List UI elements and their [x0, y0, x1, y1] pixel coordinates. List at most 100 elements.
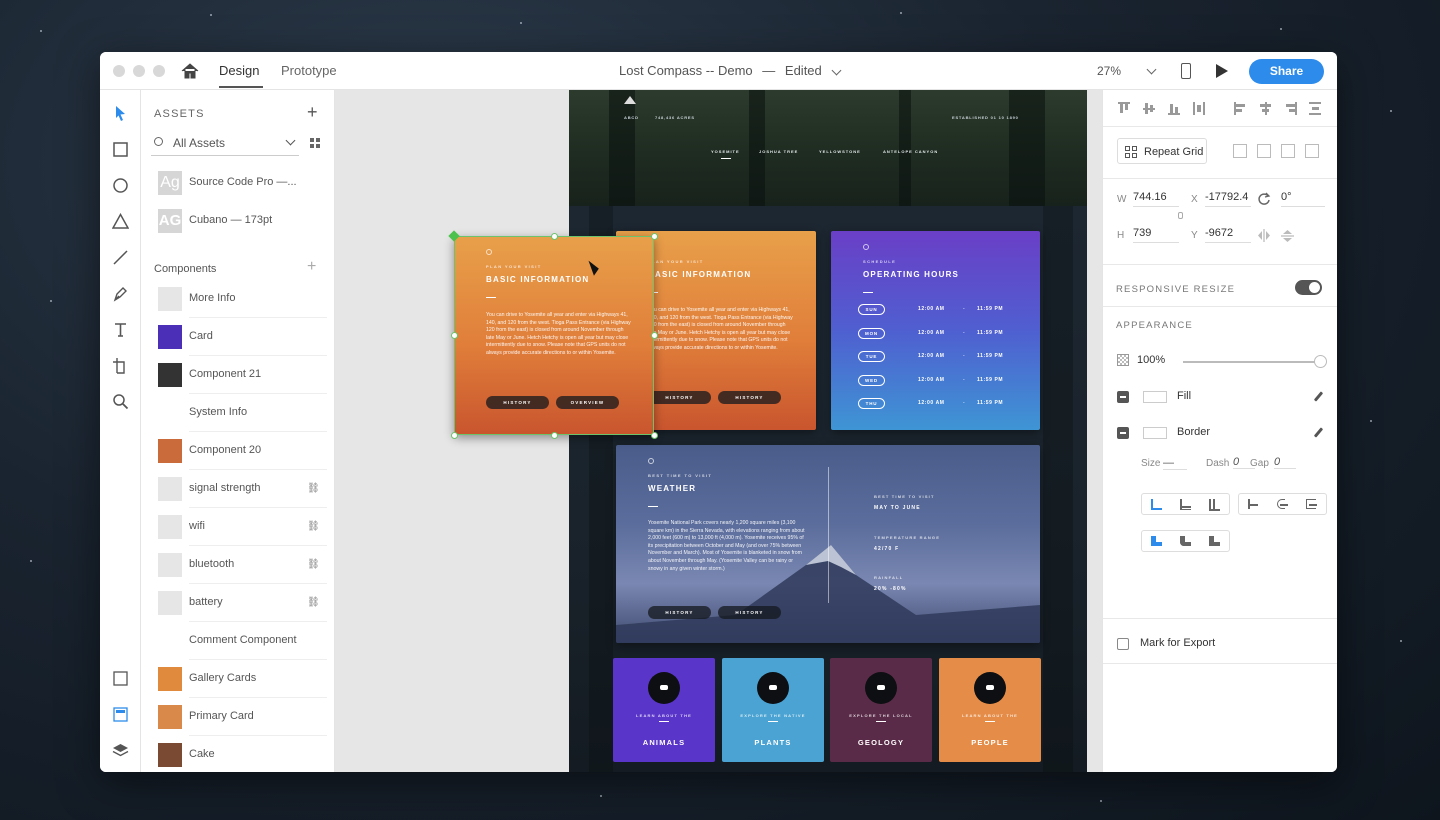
cap-square-icon[interactable] [1297, 494, 1326, 514]
flip-horizontal-icon[interactable] [1257, 229, 1271, 242]
opacity-value[interactable]: 100% [1137, 354, 1165, 366]
fill-color-swatch[interactable] [1143, 391, 1167, 403]
category-tile[interactable]: EXPLORE THE LOCAL GEOLOGY [830, 658, 932, 762]
category-tile[interactable]: EXPLORE THE NATIVE PLANTS [722, 658, 824, 762]
operating-hours-card[interactable]: SCHEDULE OPERATING HOURS SUN 12:00 AM - 11:… [831, 231, 1040, 430]
category-tile[interactable]: LEARN ABOUT THE ANIMALS [613, 658, 715, 762]
join-bevel-icon[interactable] [1200, 531, 1229, 551]
rectangle-tool-icon[interactable] [112, 141, 129, 158]
join-round-icon[interactable] [1171, 531, 1200, 551]
distribute-horizontal-icon[interactable] [1193, 102, 1205, 115]
component-item[interactable]: Gallery Cards [141, 660, 334, 698]
chevron-down-icon[interactable] [831, 65, 842, 76]
history-button[interactable]: HISTORY [718, 606, 781, 619]
responsive-resize-toggle[interactable] [1295, 280, 1322, 295]
assets-filter-dropdown[interactable]: All Assets [151, 132, 299, 156]
zoom-tool-icon[interactable] [112, 393, 129, 410]
repeat-grid-button[interactable]: Repeat Grid [1117, 138, 1207, 164]
close-window-button[interactable] [113, 65, 125, 77]
rotation-field[interactable]: 0° [1281, 191, 1325, 207]
component-item[interactable]: wifi ⛓ [141, 508, 334, 546]
opacity-slider-thumb[interactable] [1314, 355, 1327, 368]
border-gap-field[interactable]: 0 [1274, 456, 1296, 469]
hero-nav-item[interactable]: ANTELOPE CANYON [883, 149, 938, 154]
grid-view-icon[interactable] [310, 138, 321, 149]
resize-handle[interactable] [551, 233, 558, 240]
component-item[interactable]: Component 21 [141, 356, 334, 394]
align-left-icon[interactable] [1234, 102, 1246, 115]
zoom-window-button[interactable] [153, 65, 165, 77]
component-item[interactable]: battery ⛓ [141, 584, 334, 622]
cap-butt-icon[interactable] [1239, 494, 1268, 514]
align-bottom-icon[interactable] [1168, 102, 1180, 115]
resize-handle[interactable] [451, 332, 458, 339]
align-middle-icon[interactable] [1143, 102, 1155, 115]
eyedropper-icon[interactable] [1312, 427, 1325, 440]
text-tool-icon[interactable] [112, 321, 129, 338]
add-component-button[interactable]: + [307, 258, 316, 276]
resize-handle[interactable] [651, 432, 658, 439]
hero-nav-item[interactable]: YOSEMITE [711, 149, 740, 154]
character-style-item[interactable]: Ag Source Code Pro —... [141, 164, 334, 202]
flip-vertical-icon[interactable] [1281, 229, 1294, 243]
component-item[interactable]: signal strength ⛓ [141, 470, 334, 508]
resize-handle[interactable] [651, 332, 658, 339]
align-top-icon[interactable] [1118, 102, 1130, 115]
ellipse-tool-icon[interactable] [112, 177, 129, 194]
component-item[interactable]: Card [141, 318, 334, 356]
document-title[interactable]: Lost Compass -- Demo — Edited [619, 63, 822, 78]
artboard-panel-icon[interactable] [112, 670, 129, 687]
component-item[interactable]: Component 20 [141, 432, 334, 470]
history-button[interactable]: HISTORY [648, 391, 711, 404]
resize-handle[interactable] [551, 432, 558, 439]
design-canvas[interactable]: ABCD 748,436 ACRES ESTABLISHED 01 10 189… [335, 90, 1102, 772]
polygon-tool-icon[interactable] [112, 213, 129, 230]
width-field[interactable]: 744.16 [1133, 191, 1179, 207]
play-icon[interactable] [1216, 64, 1228, 78]
select-tool-icon[interactable] [112, 105, 129, 122]
pen-tool-icon[interactable] [112, 285, 129, 302]
selected-basic-info-card[interactable]: PLAN YOUR VISIT BASIC INFORMATION You ca… [454, 236, 654, 435]
history-button[interactable]: HISTORY [486, 396, 549, 409]
lock-aspect-icon[interactable] [1178, 212, 1183, 219]
character-style-item[interactable]: AG Cubano — 173pt [141, 202, 334, 240]
tab-prototype[interactable]: Prototype [281, 63, 337, 78]
home-icon[interactable] [180, 62, 200, 80]
fill-toggle-checkbox[interactable] [1117, 391, 1129, 403]
component-item[interactable]: System Info [141, 394, 334, 432]
eyedropper-icon[interactable] [1312, 391, 1325, 404]
share-button[interactable]: Share [1249, 59, 1324, 84]
line-tool-icon[interactable] [112, 249, 129, 266]
align-right-icon[interactable] [1284, 102, 1297, 115]
boolean-intersect-icon[interactable] [1281, 144, 1295, 158]
zoom-level[interactable]: 27% [1097, 64, 1121, 78]
layers-panel-icon[interactable] [112, 742, 129, 759]
hero-nav-item[interactable]: JOSHUA TREE [759, 149, 798, 154]
component-item[interactable]: Cake [141, 736, 334, 772]
stroke-inner-icon[interactable] [1142, 494, 1171, 514]
opacity-slider-track[interactable] [1183, 361, 1321, 363]
category-tile[interactable]: LEARN ABOUT THE PEOPLE [939, 658, 1041, 762]
boolean-subtract-icon[interactable] [1257, 144, 1271, 158]
component-item[interactable]: bluetooth ⛓ [141, 546, 334, 584]
border-size-field[interactable]: — [1163, 457, 1187, 470]
y-field[interactable]: -9672 [1205, 227, 1251, 243]
cap-round-icon[interactable] [1268, 494, 1297, 514]
component-item[interactable]: Primary Card [141, 698, 334, 736]
assets-panel-icon[interactable] [112, 706, 129, 723]
border-toggle-checkbox[interactable] [1117, 427, 1129, 439]
history-button[interactable]: HISTORY [718, 391, 781, 404]
component-item[interactable]: Comment Component [141, 622, 334, 660]
height-field[interactable]: 739 [1133, 227, 1179, 243]
add-asset-button[interactable]: + [307, 102, 318, 123]
overview-button[interactable]: OVERVIEW [556, 396, 619, 409]
mark-for-export-checkbox[interactable] [1117, 638, 1129, 650]
resize-handle[interactable] [651, 233, 658, 240]
tab-design[interactable]: Design [219, 63, 259, 78]
zoom-chevron-down-icon[interactable] [1146, 64, 1157, 75]
align-center-icon[interactable] [1259, 102, 1271, 115]
distribute-vertical-icon[interactable] [1309, 102, 1321, 115]
boolean-exclude-icon[interactable] [1305, 144, 1319, 158]
hero-nav-item[interactable]: YELLOWSTONE [819, 149, 861, 154]
resize-handle[interactable] [451, 432, 458, 439]
